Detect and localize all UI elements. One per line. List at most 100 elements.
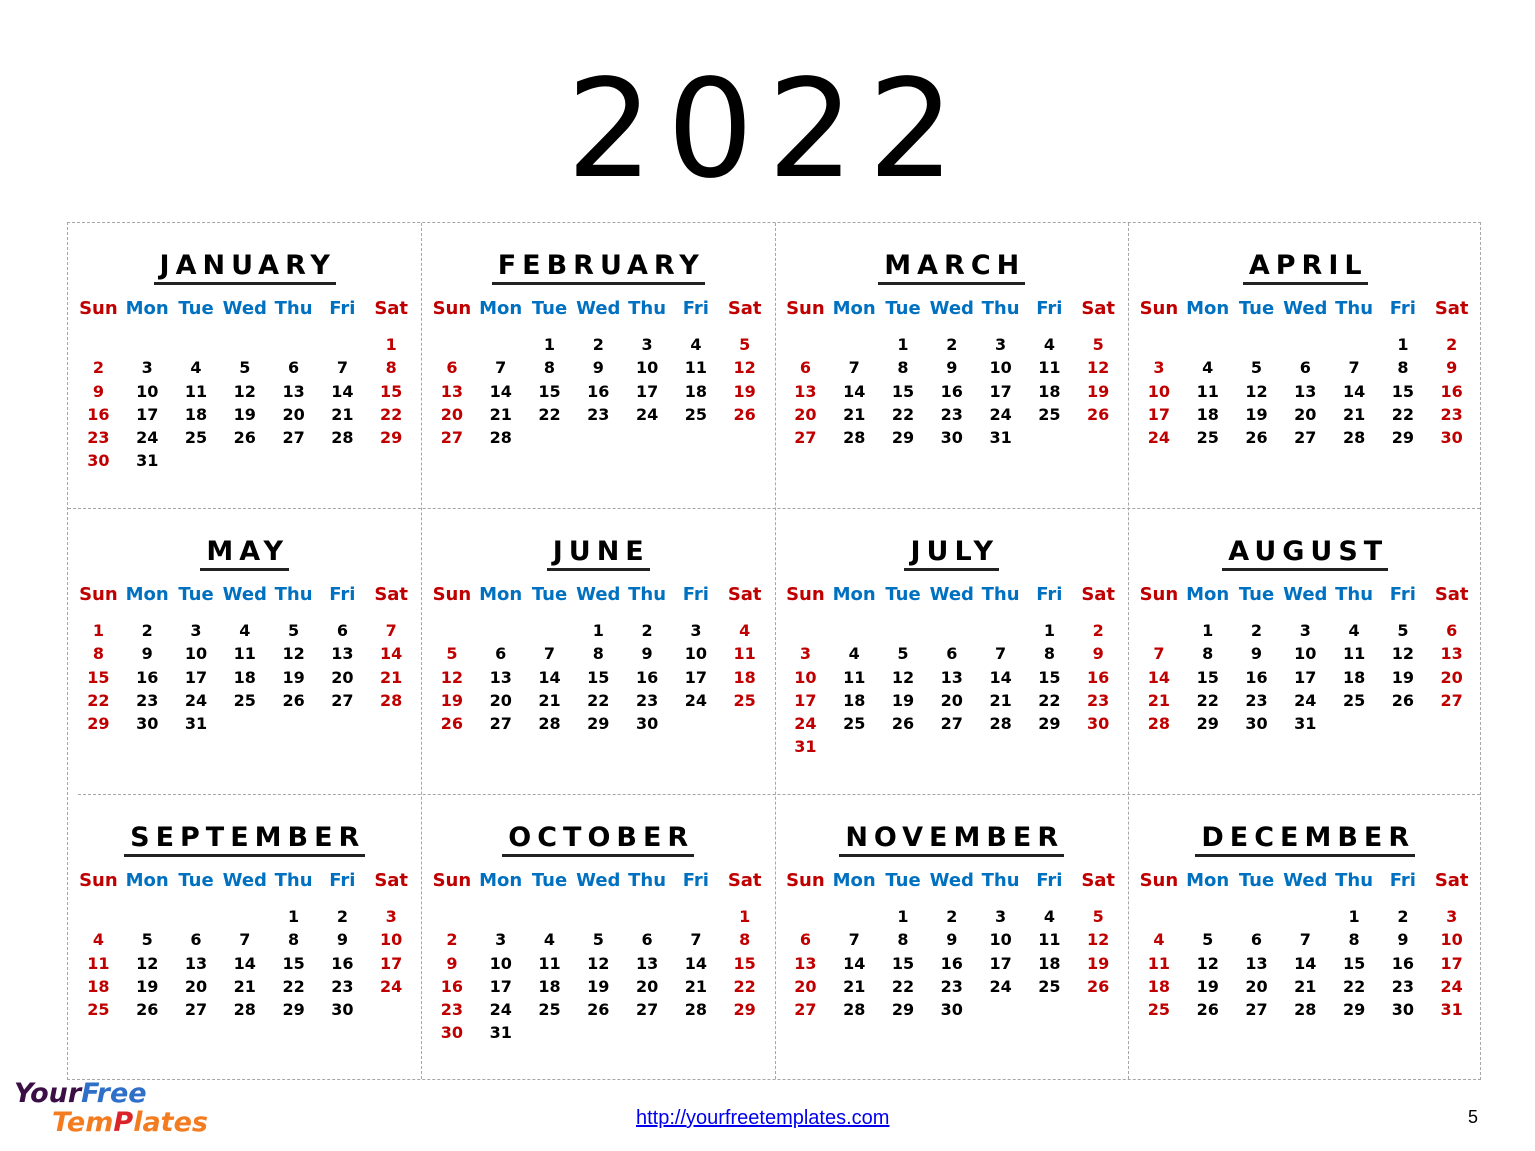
day-cell	[976, 998, 1025, 1021]
weekday-label: Thu	[1335, 584, 1374, 605]
day-cell: 3	[495, 930, 507, 950]
day-cell: 18	[538, 976, 561, 996]
day-cell: 31	[184, 714, 208, 734]
day-cell	[720, 1021, 769, 1044]
weekday-label: Wed	[222, 584, 267, 605]
weekday-label: Fri	[1389, 298, 1416, 319]
weekday-label: Wed	[576, 584, 621, 605]
day-cell: 12	[733, 358, 756, 378]
day-cell: 17	[380, 953, 403, 973]
week-row: 27 28 29 30 31	[781, 426, 1123, 449]
calendar-grid: JANUARY Sun Mon Tue Wed Thu Fri Sat 1 2 3 4 5 6 7 8 9 10 1…	[67, 222, 1481, 1080]
day-cell: 14	[989, 667, 1012, 687]
weekday-label: Wed	[929, 584, 974, 605]
day-cell	[830, 333, 879, 356]
day-cell: 3	[799, 644, 811, 664]
day-cell: 15	[380, 381, 403, 401]
week-row: 24 25 26 27 28 29 30	[781, 712, 1123, 735]
weekday-label: Mon	[832, 584, 876, 605]
website-link[interactable]: http://yourfreetemplates.com	[636, 1107, 889, 1130]
month-name: MARCH	[775, 250, 1129, 285]
day-cell: 6	[446, 358, 458, 378]
weekday-label: Sun	[1139, 870, 1179, 891]
day-cell: 4	[1043, 907, 1055, 926]
day-cell: 21	[331, 404, 354, 424]
day-cell: 15	[891, 953, 915, 973]
day-cell: 22	[538, 404, 561, 424]
weekday-label: Tue	[885, 870, 921, 891]
day-cell: 28	[684, 1000, 708, 1020]
weekday-label: Tue	[531, 584, 568, 605]
day-cell: 29	[587, 714, 610, 734]
day-cell: 29	[1391, 428, 1415, 448]
day-cell: 18	[1038, 381, 1061, 401]
weekday-label: Sun	[432, 298, 472, 319]
day-cell: 29	[380, 428, 403, 448]
day-cell: 16	[1391, 953, 1415, 973]
day-cell: 6	[799, 358, 811, 378]
day-cell	[1025, 998, 1074, 1021]
weekday-label: Sat	[1081, 584, 1116, 605]
day-cell: 8	[543, 358, 556, 378]
day-cell	[671, 905, 720, 928]
day-cell: 26	[1391, 690, 1415, 710]
day-cell: 25	[233, 690, 256, 710]
day-cell: 30	[440, 1023, 464, 1043]
day-cell	[269, 333, 318, 356]
day-cell: 2	[1250, 621, 1263, 640]
day-cell: 17	[684, 667, 708, 687]
month-name: JANUARY	[68, 250, 422, 285]
day-cell: 6	[1446, 621, 1458, 640]
weekday-label: Tue	[531, 870, 568, 891]
day-cell: 6	[288, 358, 300, 378]
day-cell: 8	[1397, 358, 1409, 378]
weekday-label: Tue	[178, 298, 214, 319]
day-cell: 25	[184, 428, 208, 448]
day-cell: 1	[543, 335, 556, 354]
day-cell: 4	[1043, 335, 1055, 354]
weekday-header: Sun Mon Tue Wed Thu Fri Sat	[428, 870, 770, 891]
day-cell: 1	[1348, 907, 1360, 926]
week-row: 21 22 23 24 25 26 27	[1135, 689, 1477, 712]
day-cell	[830, 735, 879, 758]
day-cell: 26	[1087, 404, 1110, 424]
day-grid: 1 2 3 4 5 6 7 8 9 10 11 12 13 14 15 16 17 18 19 20 21 22 23 24 2…	[1135, 333, 1477, 449]
week-row: 27 28 29 30	[781, 998, 1123, 1021]
day-cell: 7	[495, 358, 507, 378]
day-cell: 27	[184, 1000, 208, 1020]
day-cell	[830, 619, 879, 642]
month-name: FEBRUARY	[422, 250, 776, 285]
day-cell: 2	[1446, 335, 1458, 354]
day-cell: 23	[940, 404, 963, 424]
day-cell	[172, 449, 221, 472]
day-cell: 4	[92, 930, 104, 950]
day-cell: 16	[87, 404, 110, 424]
week-row: 20 21 22 23 24 25 26	[781, 403, 1123, 426]
week-row: 5 6 7 8 9 10 11	[428, 642, 770, 665]
day-cell: 18	[87, 976, 110, 996]
day-cell: 10	[136, 381, 159, 401]
day-cell: 26	[1196, 1000, 1219, 1020]
day-cell: 22	[587, 690, 610, 710]
day-cell: 27	[331, 690, 354, 710]
week-row: 1 2 3 4 5	[781, 333, 1123, 356]
week-row: 25 26 27 28 29 30	[74, 998, 416, 1021]
day-cell: 1	[288, 907, 300, 926]
day-cell	[1074, 735, 1123, 758]
week-row: 12	[1135, 333, 1477, 356]
day-cell: 21	[380, 667, 403, 687]
day-cell: 6	[495, 644, 507, 664]
day-cell: 17	[136, 404, 159, 424]
day-cell: 15	[587, 667, 610, 687]
weekday-label: Tue	[885, 584, 921, 605]
weekday-label: Sun	[79, 870, 118, 891]
day-cell: 21	[1147, 690, 1171, 710]
day-cell: 20	[940, 690, 963, 710]
day-cell: 29	[733, 1000, 756, 1020]
day-cell: 1	[92, 621, 104, 640]
weekday-header: Sun Mon Tue Wed Thu Fri Sat	[781, 298, 1123, 319]
week-row: 2 3 4 5 6 7 8	[428, 928, 770, 951]
day-cell: 30	[331, 1000, 354, 1020]
weekday-label: Sun	[79, 584, 118, 605]
day-cell	[1330, 712, 1379, 735]
